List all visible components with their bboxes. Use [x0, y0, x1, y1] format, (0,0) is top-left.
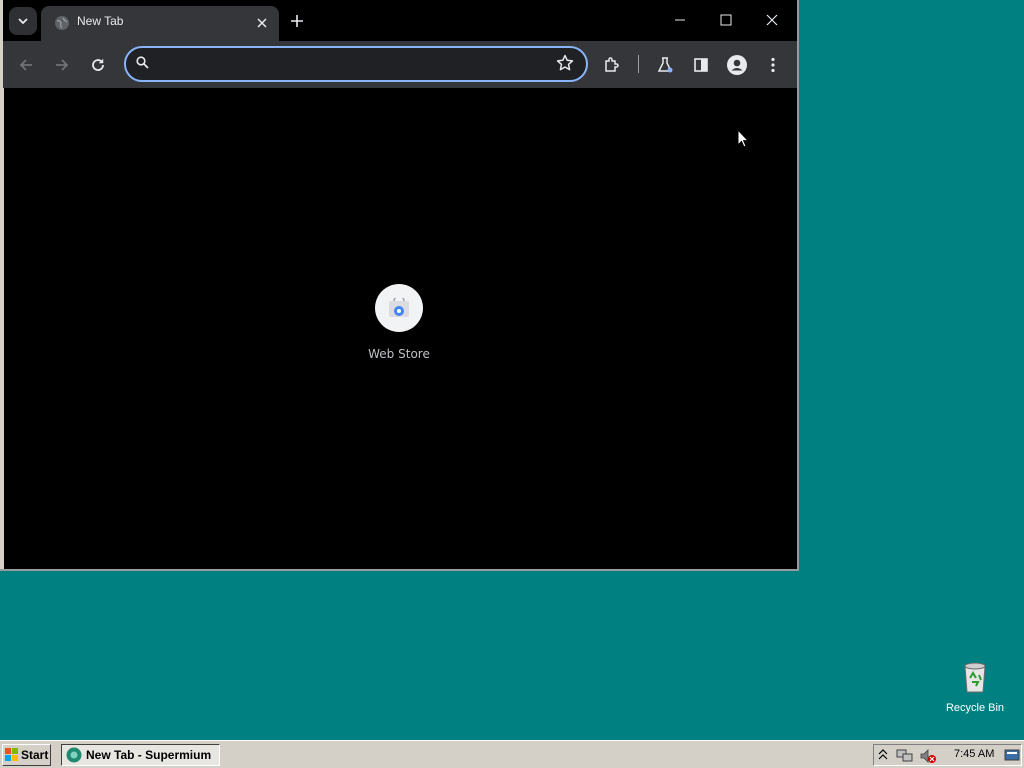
avatar-icon	[727, 55, 747, 75]
clock[interactable]: 7:45 AM	[954, 748, 994, 760]
plus-icon	[291, 15, 303, 27]
more-vert-icon	[771, 57, 775, 73]
arrow-left-icon	[19, 59, 32, 71]
taskbar: Start New Tab - Supermium 7:45 AM	[0, 740, 1024, 768]
star-icon[interactable]	[556, 54, 574, 72]
maximize-icon	[720, 14, 732, 26]
flask-icon	[657, 57, 673, 73]
menu-button[interactable]	[759, 51, 787, 79]
forward-button[interactable]	[48, 51, 76, 79]
windows-logo-icon	[5, 748, 18, 761]
maximize-button[interactable]	[706, 5, 746, 35]
globe-icon	[55, 16, 69, 30]
arrow-right-icon	[56, 59, 69, 71]
extensions-button[interactable]	[598, 51, 626, 79]
desktop-icon-recycle-bin[interactable]: Recycle Bin	[940, 660, 1010, 714]
recycle-bin-icon	[964, 662, 986, 693]
new-tab-page: Web Store	[4, 88, 797, 569]
show-desktop-icon[interactable]	[1004, 748, 1020, 762]
profile-button[interactable]	[723, 51, 751, 79]
reload-button[interactable]	[84, 51, 112, 79]
taskbar-button-browser[interactable]: New Tab - Supermium	[61, 744, 220, 766]
tab-close-button[interactable]	[253, 14, 271, 32]
browser-app-icon	[66, 747, 82, 763]
desktop-icon-label: Recycle Bin	[945, 702, 1005, 714]
search-icon	[136, 56, 149, 69]
browser-window: New Tab Web Store	[0, 0, 799, 571]
shortcut-icon-wrap	[375, 284, 423, 332]
close-window-button[interactable]	[752, 5, 792, 35]
toolbar	[3, 41, 797, 88]
back-button[interactable]	[12, 51, 40, 79]
tab-new-tab[interactable]: New Tab	[41, 6, 279, 41]
tab-search-button[interactable]	[9, 7, 37, 35]
toolbar-divider	[638, 55, 639, 73]
taskbar-button-label: New Tab - Supermium	[86, 748, 212, 762]
new-tab-button[interactable]	[285, 9, 309, 33]
labs-button[interactable]	[651, 51, 679, 79]
reload-icon	[92, 59, 104, 71]
tab-strip: New Tab	[3, 0, 797, 41]
start-label: Start	[21, 748, 49, 762]
browser-chrome: New Tab	[3, 0, 797, 88]
system-tray: 7:45 AM	[873, 744, 1022, 766]
address-bar[interactable]	[124, 46, 588, 82]
close-icon	[766, 14, 778, 26]
address-input[interactable]	[160, 53, 544, 75]
network-icon[interactable]	[896, 748, 914, 764]
shortcut-label: Web Store	[368, 347, 430, 361]
start-button[interactable]: Start	[2, 744, 51, 766]
shortcut-web-store[interactable]: Web Store	[359, 283, 439, 373]
puzzle-icon	[605, 57, 619, 72]
side-panel-button[interactable]	[687, 51, 715, 79]
chevron-up-icon[interactable]	[878, 748, 888, 762]
web-store-icon	[389, 298, 409, 317]
side-panel-icon	[694, 58, 708, 72]
close-icon	[257, 18, 267, 28]
minimize-icon	[675, 19, 685, 21]
mouse-cursor-icon	[737, 129, 749, 148]
volume-muted-icon[interactable]	[919, 748, 937, 764]
chevron-down-icon	[18, 18, 28, 25]
minimize-button[interactable]	[660, 5, 700, 35]
tab-title: New Tab	[77, 14, 124, 28]
